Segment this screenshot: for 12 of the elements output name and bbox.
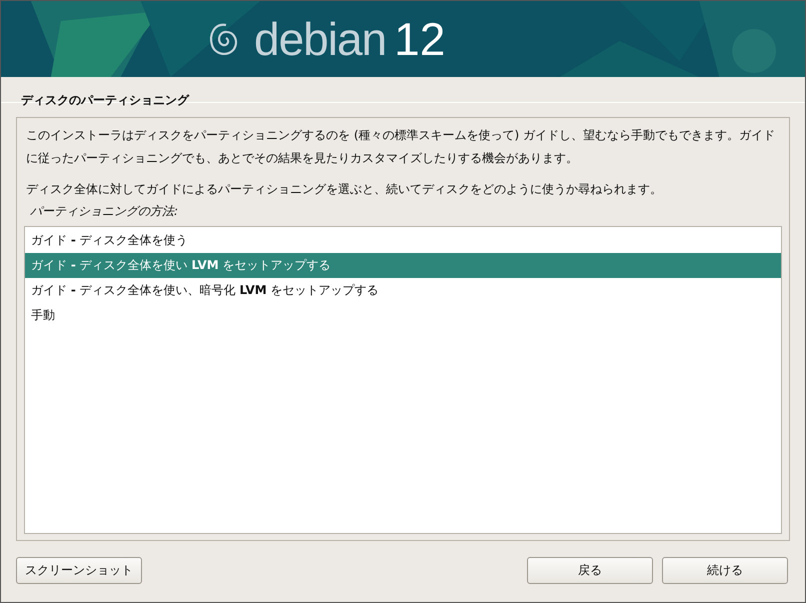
continue-button[interactable]: 続ける — [662, 557, 788, 584]
description-text: このインストーラはディスクをパーティショニングするのを (種々の標準スキームを使って) ガイドし、望むなら手動でもできます。ガイドに従ったパーティショニングでも、あとでその結果を見たりカスタマイズしたりする機会があります。 — [26, 127, 776, 167]
back-button[interactable]: 戻る — [527, 557, 653, 584]
list-item[interactable]: ガイド - ディスク全体を使う — [25, 228, 781, 253]
description-text: ディスク全体に対してガイドによるパーティショニングを選ぶと、続いてディスクをどのように使うか尋ねられます。 — [26, 181, 663, 198]
version-text: 12 — [394, 12, 446, 66]
debian-logo-text: debian — [254, 12, 386, 66]
list-item[interactable]: 手動 — [25, 303, 781, 328]
list-item[interactable]: ガイド - ディスク全体を使い LVM をセットアップする — [25, 253, 781, 278]
list-item[interactable]: ガイド - ディスク全体を使い、暗号化 LVM をセットアップする — [25, 278, 781, 303]
screenshot-button[interactable]: スクリーンショット — [16, 557, 142, 584]
list-label: パーティショニングの方法: — [30, 203, 180, 220]
